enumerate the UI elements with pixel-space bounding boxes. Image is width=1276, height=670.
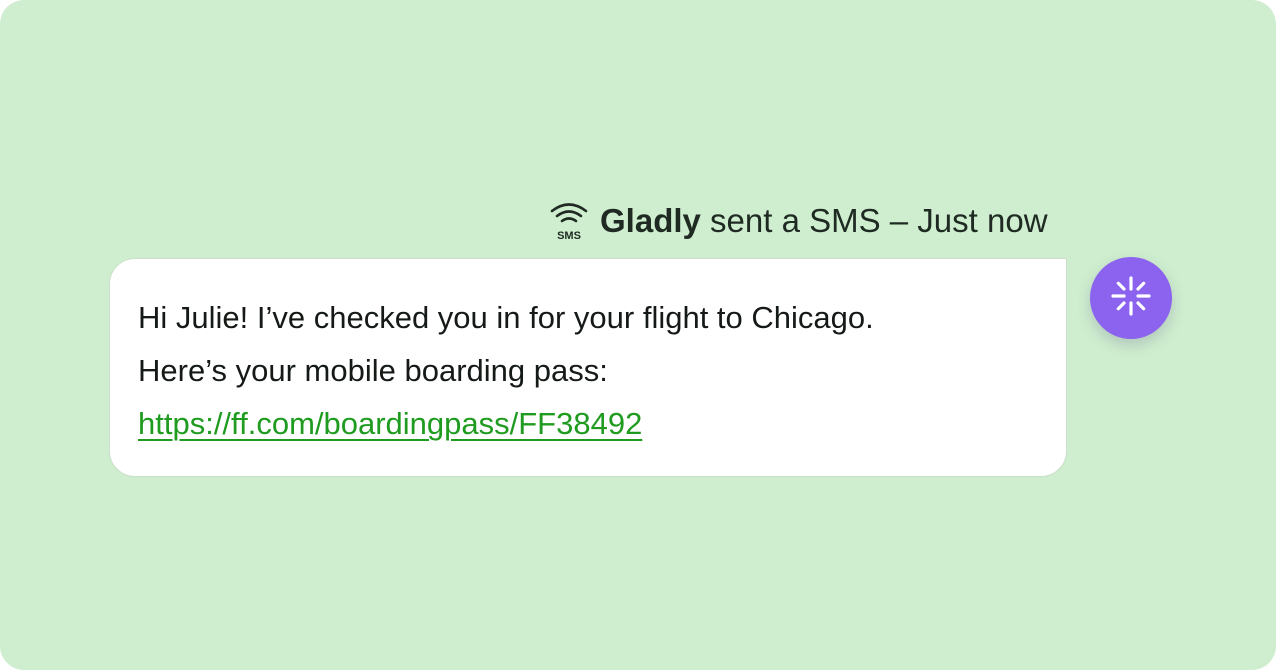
agent-avatar [1090,257,1172,339]
sms-icon-label: SMS [557,230,581,242]
message-line-2: Here’s your mobile boarding pass: [138,353,608,388]
chat-canvas: SMS Gladly sent a SMS – Just now Hi Juli… [0,0,1276,670]
sparkle-burst-icon [1109,274,1153,323]
message-meta: Gladly sent a SMS – Just now [600,202,1048,240]
message-status: sent a SMS – Just now [710,202,1048,239]
message-header: SMS Gladly sent a SMS – Just now [548,198,1088,244]
message-line-1: Hi Julie! I’ve checked you in for your f… [138,300,874,335]
boarding-pass-link[interactable]: https://ff.com/boardingpass/FF38492 [138,397,642,450]
sms-signal-icon: SMS [548,199,590,243]
sender-name: Gladly [600,202,701,239]
message-bubble: Hi Julie! I’ve checked you in for your f… [109,258,1067,477]
